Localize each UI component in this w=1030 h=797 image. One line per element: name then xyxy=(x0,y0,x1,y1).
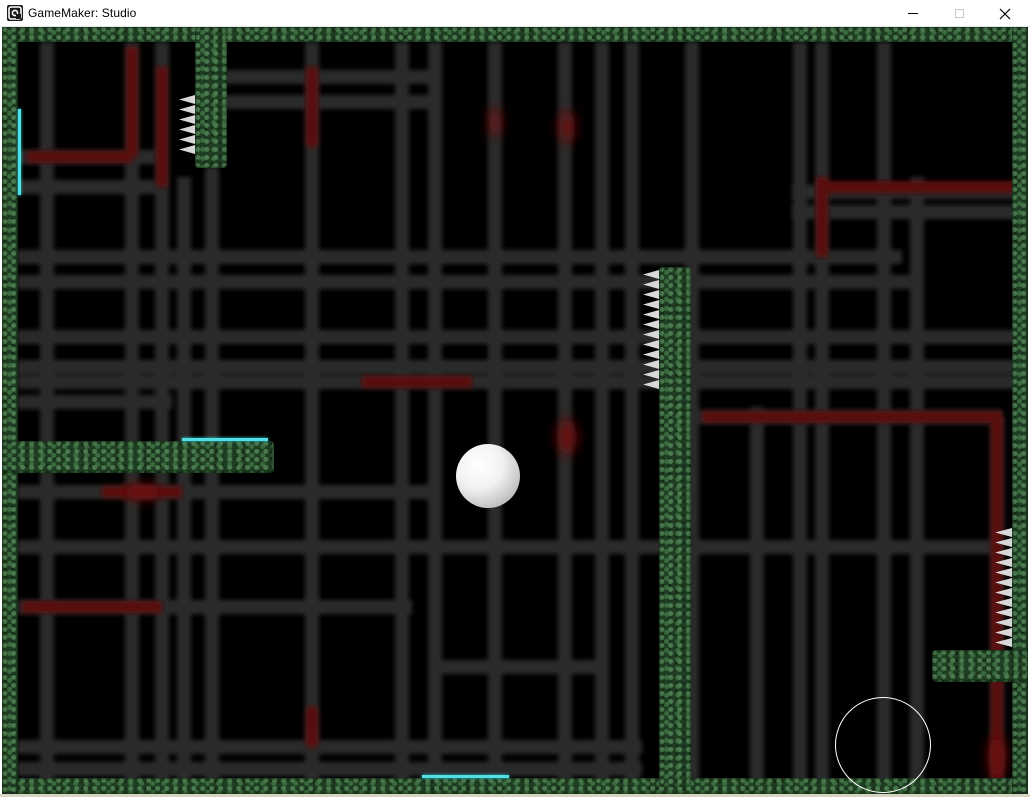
spikes-center-pillar xyxy=(643,270,659,396)
game-canvas[interactable] xyxy=(2,27,1028,794)
player-ball xyxy=(456,444,520,508)
bounce-pad-floor xyxy=(422,775,509,778)
spikes-right-wall xyxy=(995,528,1012,650)
background-pipes xyxy=(17,42,1028,794)
wall-top xyxy=(2,27,1028,42)
ledge-left xyxy=(2,441,274,473)
spikes-top-pillar xyxy=(179,95,195,155)
gamemaker-icon xyxy=(7,5,23,21)
bounce-pad-left-wall xyxy=(18,109,21,195)
wall-top-pillar xyxy=(195,27,227,168)
close-button[interactable] xyxy=(982,0,1028,27)
close-icon xyxy=(999,8,1011,19)
minimize-button[interactable] xyxy=(890,0,936,27)
wall-center-pillar xyxy=(659,267,691,787)
touch-control-ring[interactable] xyxy=(835,697,931,793)
ledge-right xyxy=(932,650,1028,682)
maximize-button[interactable] xyxy=(936,0,982,27)
maximize-icon xyxy=(954,9,964,18)
minimize-icon xyxy=(908,13,918,14)
window-titlebar[interactable]: GameMaker: Studio xyxy=(0,0,1030,27)
wall-left xyxy=(2,27,18,794)
window-title: GameMaker: Studio xyxy=(28,6,137,20)
bounce-pad-ledge xyxy=(182,438,268,441)
